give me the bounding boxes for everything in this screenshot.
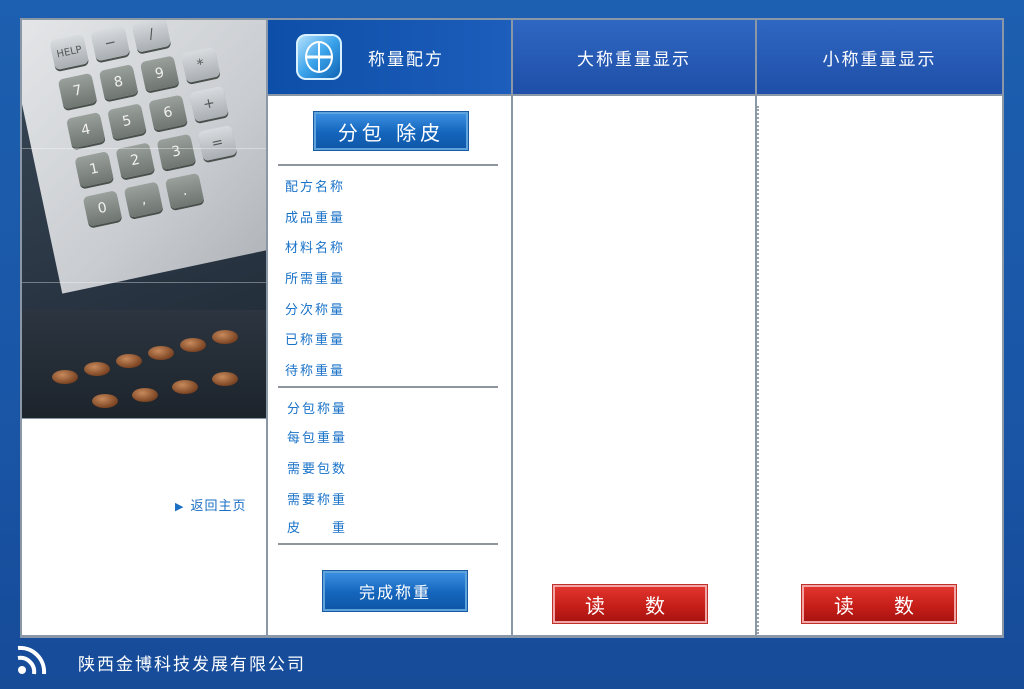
header-small-scale: 小称重量显示 — [757, 20, 1002, 94]
photo-key: 5 — [107, 103, 147, 140]
abacus-bead — [180, 338, 206, 352]
photo-key: + — [189, 85, 229, 123]
photo-key: / — [131, 20, 172, 53]
photo-key: − — [90, 25, 131, 62]
header-recipe-title: 称量配方 — [368, 50, 444, 70]
calculator-keypad: HELP − / 7 8 9 * 4 5 6 + 1 2 3 = 0 , . — [22, 20, 266, 294]
abacus-bead — [92, 394, 118, 408]
abacus-bead — [132, 388, 158, 402]
abacus-bead — [116, 354, 142, 368]
divider — [278, 164, 498, 166]
abacus-bead — [212, 372, 238, 386]
keyboard-photo: HELP − / 7 8 9 * 4 5 6 + 1 2 3 = 0 , . — [22, 20, 266, 418]
header-large-scale: 大称重量显示 — [513, 20, 755, 94]
field-label-tare: 皮 重 — [287, 521, 348, 536]
field-label-pack-weighing: 分包称量 — [287, 402, 348, 417]
photo-key: HELP — [49, 33, 89, 71]
large-scale-display — [513, 96, 755, 635]
signal-icon — [17, 645, 47, 675]
dotted-divider — [757, 106, 759, 634]
company-name: 陕西金博科技发展有限公司 — [78, 655, 306, 675]
field-label-need-weigh: 需要称重 — [287, 493, 348, 508]
abacus-bead — [148, 346, 174, 360]
back-home-link[interactable]: ▶ 返回主页 — [175, 495, 246, 514]
divider — [278, 543, 498, 545]
field-label-required-weight: 所需重量 — [285, 272, 346, 287]
photo-key: 9 — [139, 55, 180, 92]
divider — [22, 148, 266, 149]
photo-key: , — [123, 181, 164, 218]
abacus-bead — [212, 330, 238, 344]
globe-icon — [296, 34, 342, 80]
photo-key: = — [197, 124, 238, 162]
play-arrow-icon: ▶ — [175, 500, 185, 513]
field-label-material-name: 材料名称 — [285, 241, 346, 256]
field-label-weighed: 已称重量 — [285, 333, 346, 348]
photo-key: 4 — [66, 111, 106, 149]
photo-key: 3 — [156, 133, 197, 171]
field-label-per-pack-weight: 每包重量 — [287, 431, 348, 446]
photo-key: * — [181, 46, 221, 84]
abacus-bead — [84, 362, 110, 376]
divider — [22, 282, 266, 283]
field-label-product-weight: 成品重量 — [285, 211, 346, 226]
photo-key: 6 — [148, 94, 188, 131]
photo-key: 0 — [82, 190, 123, 227]
photo-key: . — [164, 172, 205, 210]
back-home-label: 返回主页 — [190, 499, 247, 514]
large-scale-read-button[interactable]: 读 数 — [553, 585, 707, 623]
small-scale-display — [757, 96, 1002, 635]
tare-button[interactable]: 分包 除皮 — [314, 112, 468, 150]
field-label-recipe-name: 配方名称 — [285, 180, 346, 195]
divider — [278, 386, 498, 388]
finish-weighing-button[interactable]: 完成称重 — [323, 571, 467, 611]
small-scale-read-button[interactable]: 读 数 — [802, 585, 956, 623]
abacus-bead — [172, 380, 198, 394]
field-label-pending: 待称重量 — [285, 364, 346, 379]
photo-key: 1 — [74, 151, 114, 188]
field-label-batch-weighing: 分次称量 — [285, 303, 346, 318]
abacus-bead — [52, 370, 78, 384]
photo-key: 7 — [57, 72, 98, 110]
abacus — [22, 310, 266, 418]
left-lower-panel — [22, 419, 266, 635]
field-label-pack-count: 需要包数 — [287, 462, 348, 477]
photo-key: 8 — [98, 64, 139, 101]
